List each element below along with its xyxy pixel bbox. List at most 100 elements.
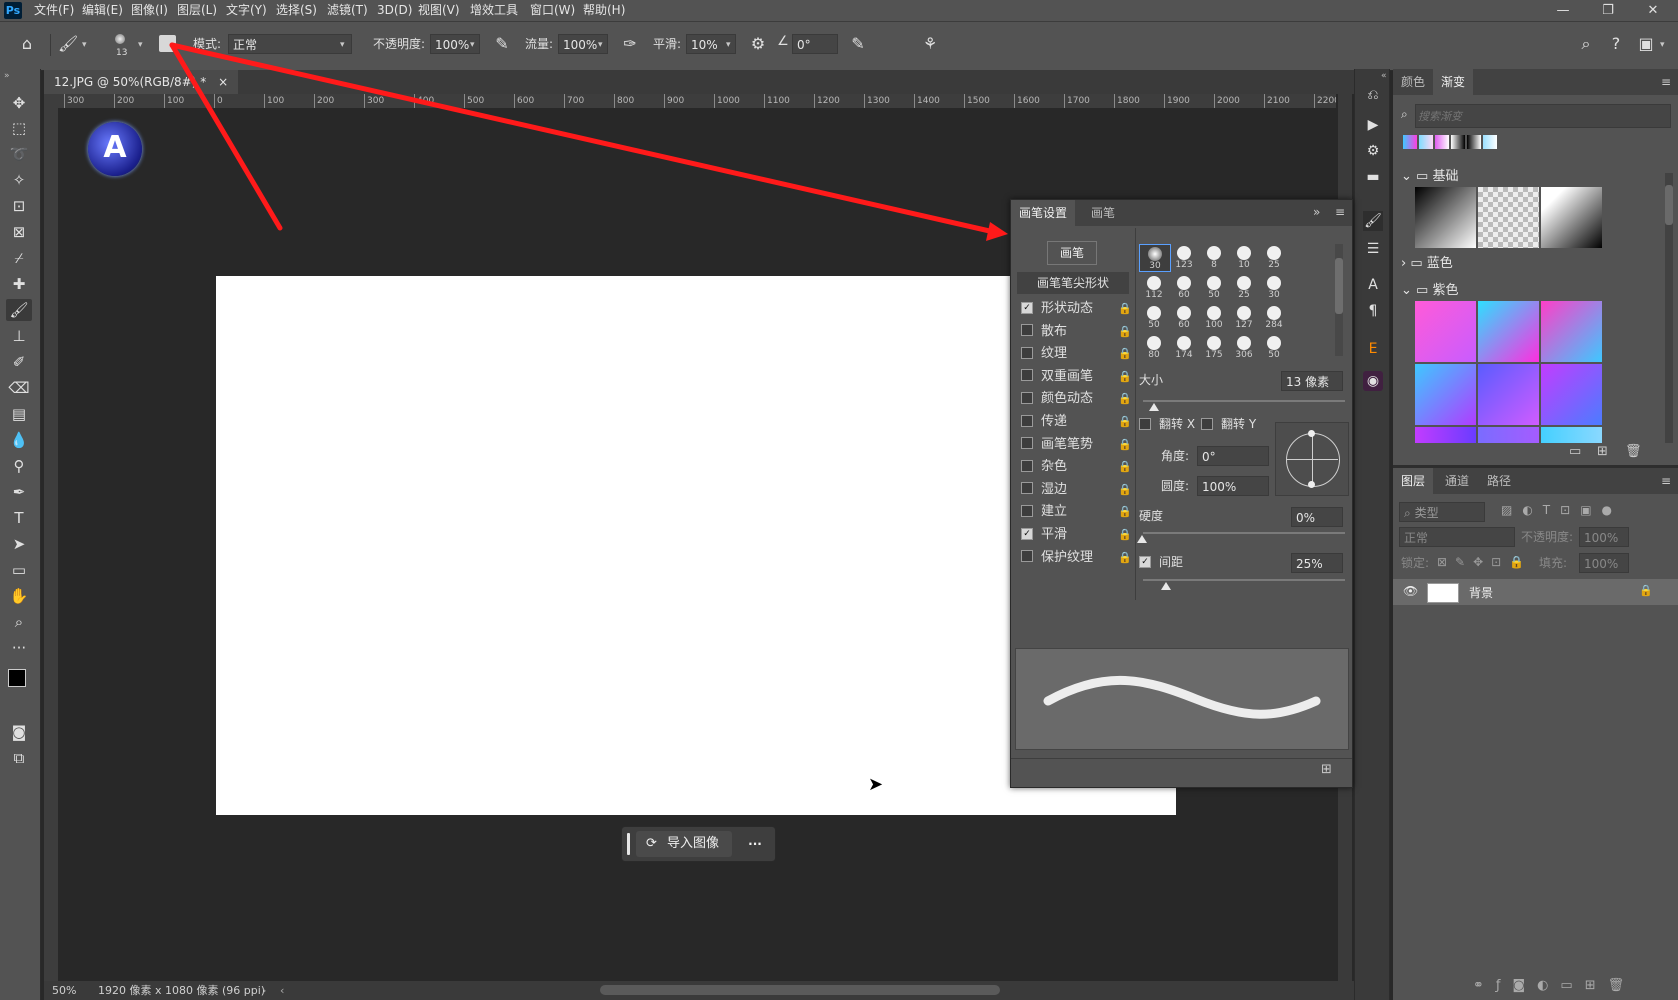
pressure-opacity-icon[interactable]: ✎ xyxy=(492,34,512,53)
hardness-slider[interactable] xyxy=(1143,532,1345,534)
gradient-preset[interactable] xyxy=(1415,301,1476,362)
quick-mask-icon[interactable]: ◙ xyxy=(6,721,32,743)
recent-gradient-swatch[interactable] xyxy=(1451,135,1465,149)
gradient-preset[interactable] xyxy=(1415,187,1476,248)
menu-plugins[interactable]: 增效工具 xyxy=(470,0,518,21)
brush-option-row[interactable]: ✓ 形状动态 🔒 xyxy=(1021,298,1132,320)
frame-tool-icon[interactable]: ⊠ xyxy=(6,221,32,243)
more-tools-icon[interactable]: ··· xyxy=(6,637,32,659)
brush-tip-preset[interactable]: 112 xyxy=(1139,274,1169,300)
eye-icon[interactable]: 👁 xyxy=(1403,584,1418,598)
recent-gradient-swatch[interactable] xyxy=(1467,135,1481,149)
horizontal-scrollbar[interactable] xyxy=(600,985,1000,995)
brush-tip-preset[interactable]: 284 xyxy=(1259,304,1289,330)
layer-name[interactable]: 背景 xyxy=(1469,584,1493,601)
symmetry-icon[interactable]: ⚘ xyxy=(920,34,940,53)
menu-image[interactable]: 图像(I) xyxy=(131,0,168,21)
brush-tip-preset[interactable]: 8 xyxy=(1199,244,1229,270)
layer-filter-select[interactable]: ⌕ 类型 xyxy=(1399,502,1485,522)
brush-option-checkbox[interactable] xyxy=(1021,550,1033,563)
lock-icon[interactable]: 🔒 xyxy=(1118,547,1132,569)
hand-tool-icon[interactable]: ✋ xyxy=(6,585,32,607)
gradient-preset[interactable] xyxy=(1541,187,1602,248)
move-tool-icon[interactable]: ✥ xyxy=(6,92,32,114)
adjustments-icon[interactable]: ☰ xyxy=(1363,239,1383,259)
brush-tip-preset[interactable]: 50 xyxy=(1259,334,1289,360)
gradient-preset[interactable] xyxy=(1415,427,1476,443)
gradient-preset[interactable] xyxy=(1478,427,1539,443)
close-window-button[interactable]: ✕ xyxy=(1633,0,1673,21)
brush-tip-preset[interactable]: 123 xyxy=(1169,244,1199,270)
gradient-group-purple[interactable]: ⌄ ▭ 紫色 xyxy=(1401,279,1459,298)
brush-tip-preset[interactable]: 100 xyxy=(1199,304,1229,330)
brush-tip-preset[interactable]: 25 xyxy=(1229,274,1259,300)
size-slider[interactable] xyxy=(1143,400,1345,402)
angle-input[interactable]: 0° xyxy=(1197,446,1269,466)
lock-icon[interactable]: 🔒 xyxy=(1118,501,1132,523)
history-brush-icon[interactable]: ✐ xyxy=(6,351,32,373)
menu-3d[interactable]: 3D(D) xyxy=(377,0,412,21)
recent-gradient-swatch[interactable] xyxy=(1403,135,1417,149)
gradient-preset[interactable] xyxy=(1478,187,1539,248)
brush-tip-preset[interactable]: 60 xyxy=(1169,304,1199,330)
tab-brushes[interactable]: 画笔 xyxy=(1083,200,1123,226)
lock-icon[interactable]: 🔒 xyxy=(1118,479,1132,501)
scroll-left-icon[interactable]: ‹ xyxy=(280,981,284,1000)
foreground-color-swatch[interactable] xyxy=(8,669,26,687)
brush-option-checkbox[interactable] xyxy=(1021,391,1033,404)
tab-color[interactable]: 颜色 xyxy=(1393,69,1433,95)
eraser-icon[interactable]: ⌫ xyxy=(6,377,32,399)
brush-tip-preset[interactable]: 30 xyxy=(1139,244,1171,272)
brush-option-checkbox[interactable] xyxy=(1021,504,1033,517)
gradient-preset[interactable] xyxy=(1415,364,1476,425)
stamp-tool-icon[interactable]: ⊥ xyxy=(6,325,32,347)
zoom-tool-icon[interactable]: ⌕ xyxy=(6,611,32,633)
gradient-preset[interactable] xyxy=(1541,364,1602,425)
brush-option-checkbox[interactable] xyxy=(1021,324,1033,337)
gear-icon[interactable]: ⚙ xyxy=(748,34,768,53)
tab-paths[interactable]: 路径 xyxy=(1479,468,1519,494)
crop-tool-icon[interactable]: ⊡ xyxy=(6,195,32,217)
help-icon[interactable]: ? xyxy=(1606,34,1626,53)
brush-tip-shape-item[interactable]: 画笔笔尖形状 xyxy=(1017,272,1129,294)
brush-option-row[interactable]: 建立 🔒 xyxy=(1021,501,1132,523)
dodge-tool-icon[interactable]: ⚲ xyxy=(6,455,32,477)
brush-tip-preset[interactable]: 10 xyxy=(1229,244,1259,270)
brush-tip-preset[interactable]: 175 xyxy=(1199,334,1229,360)
spacing-checkbox[interactable]: ✓ 间距 xyxy=(1139,552,1183,572)
document-info[interactable]: 1920 像素 x 1080 像素 (96 ppi) xyxy=(98,981,265,1000)
chevron-down-icon[interactable]: ▾ xyxy=(598,40,603,50)
chevron-down-icon[interactable]: ▾ xyxy=(470,40,475,50)
brush-option-checkbox[interactable] xyxy=(1021,414,1033,427)
gradient-tool-icon[interactable]: ▤ xyxy=(6,403,32,425)
size-input[interactable]: 13 像素 xyxy=(1281,371,1343,391)
plugin-app-icon[interactable]: ◉ xyxy=(1363,371,1383,391)
lock-icon[interactable]: 🔒 xyxy=(1118,411,1132,433)
healing-brush-icon[interactable]: ✚ xyxy=(6,273,32,295)
brush-option-row[interactable]: 画笔笔势 🔒 xyxy=(1021,434,1132,456)
tab-layers[interactable]: 图层 xyxy=(1393,468,1434,494)
drag-handle[interactable] xyxy=(627,833,630,855)
brush-preset-icon[interactable] xyxy=(115,34,125,44)
brush-angle-input[interactable]: 0° xyxy=(792,34,838,54)
brush-option-checkbox[interactable]: ✓ xyxy=(1021,301,1033,314)
marquee-tool-icon[interactable]: ⬚ xyxy=(6,117,32,139)
menu-filter[interactable]: 滤镜(T) xyxy=(327,0,368,21)
brush-option-checkbox[interactable] xyxy=(1021,437,1033,450)
gradient-preset[interactable] xyxy=(1478,301,1539,362)
new-brush-icon[interactable]: ⊞ xyxy=(1321,762,1332,777)
brush-option-row[interactable]: 颜色动态 🔒 xyxy=(1021,388,1132,410)
chevron-down-icon[interactable]: ▾ xyxy=(138,40,143,50)
roundness-input[interactable]: 100% xyxy=(1197,476,1269,496)
lock-icon[interactable]: 🔒 xyxy=(1118,321,1132,343)
brush-option-row[interactable]: ✓ 平滑 🔒 xyxy=(1021,524,1132,546)
tab-channels[interactable]: 通道 xyxy=(1437,468,1477,494)
expand-icon[interactable]: « xyxy=(1381,71,1387,81)
layer-row-background[interactable]: 👁 背景 🔒 xyxy=(1393,579,1678,605)
brush-option-row[interactable]: 保护纹理 🔒 xyxy=(1021,547,1132,569)
blur-tool-icon[interactable]: 💧 xyxy=(6,429,32,451)
spacing-slider[interactable] xyxy=(1143,579,1345,581)
home-icon[interactable]: ⌂ xyxy=(16,34,38,53)
gradient-group-blue[interactable]: › ▭ 蓝色 xyxy=(1401,252,1453,271)
brushes-button[interactable]: 画笔 xyxy=(1047,241,1097,265)
